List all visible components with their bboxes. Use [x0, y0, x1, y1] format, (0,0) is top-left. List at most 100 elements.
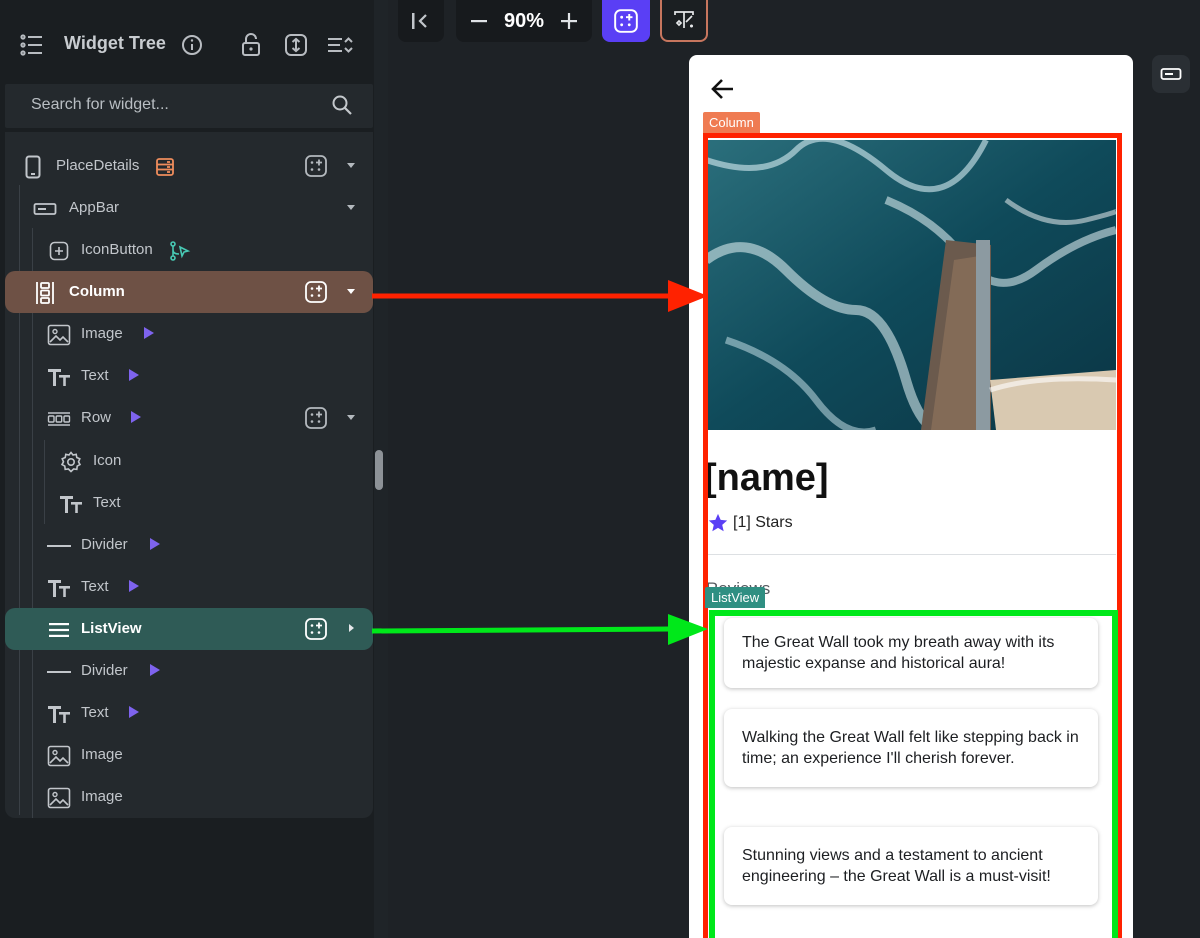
play-icon[interactable] [131, 411, 141, 423]
tree-item-icon[interactable]: Icon [5, 440, 373, 482]
tree-item-row[interactable]: Row [5, 397, 373, 439]
tree-item-image[interactable]: Image [5, 734, 373, 776]
search-placeholder: Search for widget... [31, 96, 169, 113]
annotation-arrows [372, 280, 708, 645]
column-icon [33, 281, 57, 305]
chevron-down-icon[interactable] [347, 163, 355, 168]
tree-item-divider[interactable]: Divider [5, 524, 373, 566]
tree-item-label: Divider [81, 662, 128, 679]
add-widget-icon[interactable] [304, 280, 328, 304]
zoom-in-button[interactable] [560, 12, 578, 30]
ai-generate-button[interactable] [660, 0, 708, 42]
play-icon[interactable] [150, 664, 160, 676]
tree-item-image[interactable]: Image [5, 776, 373, 818]
expand-vertical-icon[interactable] [282, 31, 310, 59]
tree-item-label: Row [81, 409, 112, 426]
tree-item-iconbutton[interactable]: IconButton [5, 229, 373, 271]
appbar-icon [33, 197, 57, 221]
tree-item-label: Image [81, 325, 123, 342]
play-icon[interactable] [129, 369, 139, 381]
play-icon[interactable] [129, 706, 139, 718]
appbar-toggle-button[interactable] [1152, 55, 1190, 93]
chevron-down-icon[interactable] [347, 205, 355, 210]
lock-icon[interactable] [237, 31, 265, 59]
tree-item-column[interactable]: Column [5, 271, 373, 313]
tree-item-text[interactable]: Text [5, 482, 373, 524]
play-icon[interactable] [144, 327, 154, 339]
tree-item-label: PlaceDetails [56, 157, 140, 174]
search-icon[interactable] [331, 94, 353, 116]
gear-icon [59, 450, 83, 474]
tree-list-icon [18, 31, 46, 59]
plus-icon [561, 13, 577, 29]
sort-options-icon[interactable] [326, 31, 354, 59]
widget-tree-panel: Widget Tree Search for widget... PlaceDe… [0, 0, 374, 938]
tree-item-label: Text [81, 367, 109, 384]
tree-item-label: Text [93, 494, 121, 511]
tree-item-text[interactable]: Text [5, 566, 373, 608]
zoom-out-button[interactable] [470, 12, 488, 30]
panel-header: Widget Tree [0, 0, 374, 84]
tree-item-label: Column [69, 283, 125, 300]
tree-item-label: ListView [81, 620, 142, 637]
column-tag[interactable]: Column [703, 112, 760, 133]
collapse-panel-button[interactable] [398, 0, 444, 42]
add-widget-icon[interactable] [304, 617, 328, 641]
list-icon [47, 618, 71, 642]
chevron-down-icon[interactable] [347, 289, 355, 294]
arrow-head-green [668, 614, 708, 645]
play-icon[interactable] [150, 538, 160, 550]
arrow-head-red [668, 280, 708, 312]
zoom-control: 90% [456, 0, 592, 42]
row-icon [47, 407, 71, 431]
tree-item-appbar[interactable]: AppBar [5, 187, 373, 229]
tree-item-label: Text [81, 578, 109, 595]
action-flow-icon[interactable] [168, 239, 192, 263]
zoom-value: 90% [503, 9, 545, 32]
info-icon[interactable] [178, 31, 206, 59]
listview-tag[interactable]: ListView [705, 587, 766, 608]
collapse-left-icon [412, 13, 427, 29]
add-widget-icon [614, 9, 638, 33]
tree-item-listview[interactable]: ListView [5, 608, 373, 650]
widget-search-input[interactable]: Search for widget... [5, 84, 373, 128]
text-icon [47, 365, 71, 389]
tree-item-placedetails[interactable]: PlaceDetails [5, 145, 373, 187]
image-icon [47, 323, 71, 347]
phone-preview: [name] [1] Stars Reviews The Great Wall … [689, 55, 1133, 938]
image-icon [47, 744, 71, 768]
tree-item-image[interactable]: Image [5, 313, 373, 355]
add-box-icon [47, 239, 71, 263]
chevron-down-icon[interactable] [347, 415, 355, 420]
add-widget-icon[interactable] [304, 406, 328, 430]
listview-highlight-box [709, 610, 1118, 938]
divider-icon [47, 534, 71, 558]
minus-icon [471, 20, 487, 23]
magic-widget-icon [674, 11, 694, 28]
database-icon[interactable] [153, 155, 177, 179]
tree-item-label: Image [81, 788, 123, 805]
text-icon [47, 702, 71, 726]
text-icon [59, 492, 83, 516]
image-icon [47, 786, 71, 810]
arrow-to-listview [372, 626, 671, 634]
tree-item-label: Image [81, 746, 123, 763]
play-icon[interactable] [129, 580, 139, 592]
panel-title: Widget Tree [64, 33, 166, 53]
appbar-icon [1160, 68, 1182, 80]
phone-icon [21, 155, 45, 179]
tree-item-label: Icon [93, 452, 122, 469]
tree-item-text[interactable]: Text [5, 692, 373, 734]
tree-item-label: AppBar [69, 199, 120, 216]
tree-item-label: Divider [81, 536, 128, 553]
tree-item-label: IconButton [81, 241, 153, 258]
text-icon [47, 576, 71, 600]
tree-item-divider[interactable]: Divider [5, 650, 373, 692]
tree-item-text[interactable]: Text [5, 355, 373, 397]
flutterflow-editor: Widget Tree Search for widget... PlaceDe… [0, 0, 1200, 938]
add-widget-button[interactable] [602, 0, 650, 42]
chevron-right-icon[interactable] [349, 624, 354, 632]
tree-item-label: Text [81, 704, 109, 721]
back-arrow-icon[interactable] [709, 77, 735, 101]
add-widget-icon[interactable] [304, 154, 328, 178]
